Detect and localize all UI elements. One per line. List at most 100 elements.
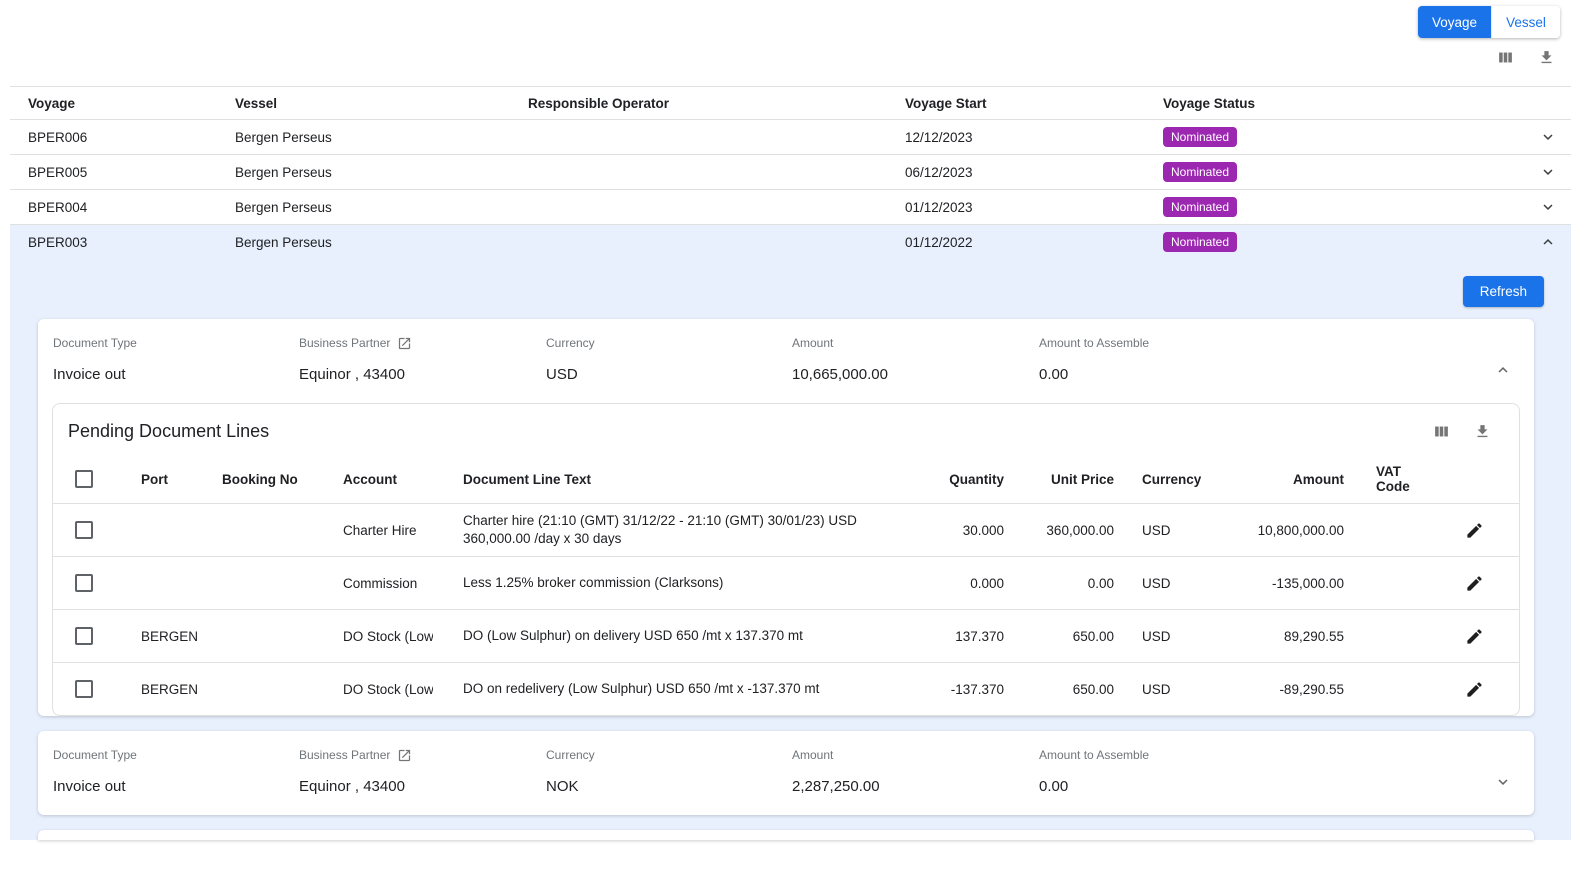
vessel-toggle-button[interactable]: Vessel bbox=[1491, 6, 1560, 38]
currency-label: Currency bbox=[546, 335, 792, 351]
select-all-checkbox[interactable] bbox=[75, 470, 93, 488]
account-cell: DO Stock (Low… bbox=[313, 682, 433, 697]
line-text-cell: DO (Low Sulphur) on delivery USD 650 /mt… bbox=[463, 627, 803, 645]
account-cell: Charter Hire bbox=[313, 523, 433, 538]
edit-icon[interactable] bbox=[1465, 574, 1484, 593]
column-header-vessel: Vessel bbox=[235, 96, 528, 111]
amount-cell: -135,000.00 bbox=[1204, 576, 1344, 591]
column-header-responsible-operator: Responsible Operator bbox=[528, 96, 905, 111]
row-checkbox[interactable] bbox=[75, 521, 93, 539]
status-badge: Nominated bbox=[1163, 127, 1237, 147]
voyage-cell: BPER005 bbox=[28, 165, 235, 180]
voyage-row[interactable]: BPER004 Bergen Perseus 01/12/2023 Nomina… bbox=[10, 189, 1571, 224]
business-partner-field: Business Partner Equinor , 43400 bbox=[299, 747, 546, 795]
quantity-cell: 137.370 bbox=[914, 629, 1004, 644]
edit-icon[interactable] bbox=[1465, 680, 1484, 699]
pending-document-lines-card: Pending Document Lines bbox=[52, 403, 1520, 716]
voyage-table-header: Voyage Vessel Responsible Operator Voyag… bbox=[10, 86, 1571, 119]
port-cell: BERGEN bbox=[113, 629, 193, 644]
download-icon[interactable] bbox=[1538, 49, 1555, 66]
row-checkbox[interactable] bbox=[75, 627, 93, 645]
chevron-down-icon[interactable] bbox=[1539, 163, 1557, 181]
document-type-value: Invoice out bbox=[53, 778, 299, 795]
column-header-voyage-status: Voyage Status bbox=[1163, 96, 1531, 111]
status-badge: Nominated bbox=[1163, 232, 1237, 252]
account-cell: DO Stock (Low… bbox=[313, 629, 433, 644]
voyage-start-cell: 06/12/2023 bbox=[905, 165, 1163, 180]
pending-table-header: Port Booking No Account Document Line Te… bbox=[53, 455, 1519, 503]
document-type-label: Document Type bbox=[53, 335, 299, 351]
business-partner-label: Business Partner bbox=[299, 748, 390, 762]
chevron-down-icon[interactable] bbox=[1494, 773, 1512, 794]
pending-lines-table: Port Booking No Account Document Line Te… bbox=[53, 455, 1519, 715]
columns-icon[interactable] bbox=[1497, 49, 1514, 66]
row-checkbox[interactable] bbox=[75, 680, 93, 698]
voyage-documents-page: Voyage Vessel Voyage Vessel Responsible … bbox=[0, 0, 1581, 886]
document-card-partial[interactable] bbox=[38, 830, 1534, 840]
amount-cell: 10,800,000.00 bbox=[1204, 523, 1344, 538]
line-text-cell: Charter hire (21:10 (GMT) 31/12/22 - 21:… bbox=[463, 512, 894, 548]
column-header-amount: Amount bbox=[1204, 472, 1344, 487]
expanded-voyage-section: BPER003 Bergen Perseus 01/12/2022 Nomina… bbox=[10, 224, 1571, 840]
chevron-up-icon[interactable] bbox=[1539, 233, 1557, 251]
document-summary: Document Type Invoice out Business Partn… bbox=[38, 319, 1534, 403]
chevron-down-icon[interactable] bbox=[1539, 128, 1557, 146]
currency-cell: USD bbox=[1114, 629, 1204, 644]
column-header-voyage: Voyage bbox=[28, 96, 235, 111]
pending-header: Pending Document Lines bbox=[53, 404, 1519, 455]
pending-line-row: BERGEN DO Stock (Low… DO on redelivery (… bbox=[53, 662, 1519, 715]
voyage-row[interactable]: BPER006 Bergen Perseus 12/12/2023 Nomina… bbox=[10, 119, 1571, 154]
voyage-row-expanded[interactable]: BPER003 Bergen Perseus 01/12/2022 Nomina… bbox=[10, 224, 1571, 259]
columns-icon[interactable] bbox=[1433, 423, 1450, 440]
currency-field: Currency USD bbox=[546, 335, 792, 383]
top-bar: Voyage Vessel bbox=[0, 0, 1581, 86]
column-header-unit-price: Unit Price bbox=[1004, 471, 1114, 488]
vessel-cell: Bergen Perseus bbox=[235, 130, 528, 145]
amount-label: Amount bbox=[792, 747, 1039, 763]
voyage-toggle-button[interactable]: Voyage bbox=[1418, 6, 1491, 38]
amount-field: Amount 2,287,250.00 bbox=[792, 747, 1039, 795]
column-header-account: Account bbox=[313, 472, 433, 487]
column-header-port: Port bbox=[113, 472, 193, 487]
line-text-cell: Less 1.25% broker commission (Clarksons) bbox=[463, 574, 723, 592]
open-in-new-icon[interactable] bbox=[397, 336, 412, 351]
amount-to-assemble-label: Amount to Assemble bbox=[1039, 747, 1494, 763]
refresh-button[interactable]: Refresh bbox=[1463, 276, 1544, 307]
vessel-cell: Bergen Perseus bbox=[235, 235, 528, 250]
column-header-quantity: Quantity bbox=[914, 471, 1004, 488]
column-header-document-line-text: Document Line Text bbox=[433, 472, 914, 487]
amount-value: 10,665,000.00 bbox=[792, 366, 1039, 383]
amount-cell: 89,290.55 bbox=[1204, 629, 1344, 644]
unit-price-cell: 360,000.00 bbox=[1004, 523, 1114, 538]
currency-cell: USD bbox=[1114, 576, 1204, 591]
quantity-cell: -137.370 bbox=[914, 682, 1004, 697]
amount-label: Amount bbox=[792, 335, 1039, 351]
voyage-row[interactable]: BPER005 Bergen Perseus 06/12/2023 Nomina… bbox=[10, 154, 1571, 189]
column-header-vat-code: VAT Code bbox=[1344, 464, 1429, 494]
open-in-new-icon[interactable] bbox=[397, 748, 412, 763]
currency-cell: USD bbox=[1114, 682, 1204, 697]
download-icon[interactable] bbox=[1474, 423, 1491, 440]
document-type-label: Document Type bbox=[53, 747, 299, 763]
amount-to-assemble-value: 0.00 bbox=[1039, 366, 1494, 383]
amount-to-assemble-value: 0.00 bbox=[1039, 778, 1494, 795]
voyage-start-cell: 01/12/2022 bbox=[905, 235, 1163, 250]
voyage-start-cell: 01/12/2023 bbox=[905, 200, 1163, 215]
account-cell: Commission bbox=[313, 576, 433, 591]
business-partner-label: Business Partner bbox=[299, 336, 390, 350]
edit-icon[interactable] bbox=[1465, 627, 1484, 646]
voyage-cell: BPER003 bbox=[28, 235, 235, 250]
pending-title: Pending Document Lines bbox=[68, 421, 1433, 442]
edit-icon[interactable] bbox=[1465, 521, 1484, 540]
pending-line-row: Charter Hire Charter hire (21:10 (GMT) 3… bbox=[53, 503, 1519, 556]
row-checkbox[interactable] bbox=[75, 574, 93, 592]
business-partner-value: Equinor , 43400 bbox=[299, 366, 546, 383]
chevron-down-icon[interactable] bbox=[1539, 198, 1557, 216]
document-type-field: Document Type Invoice out bbox=[53, 335, 299, 383]
quantity-cell: 30.000 bbox=[914, 523, 1004, 538]
currency-cell: USD bbox=[1114, 523, 1204, 538]
unit-price-cell: 650.00 bbox=[1004, 682, 1114, 697]
business-partner-value: Equinor , 43400 bbox=[299, 778, 546, 795]
amount-to-assemble-field: Amount to Assemble 0.00 bbox=[1039, 747, 1494, 795]
chevron-up-icon[interactable] bbox=[1494, 361, 1512, 382]
